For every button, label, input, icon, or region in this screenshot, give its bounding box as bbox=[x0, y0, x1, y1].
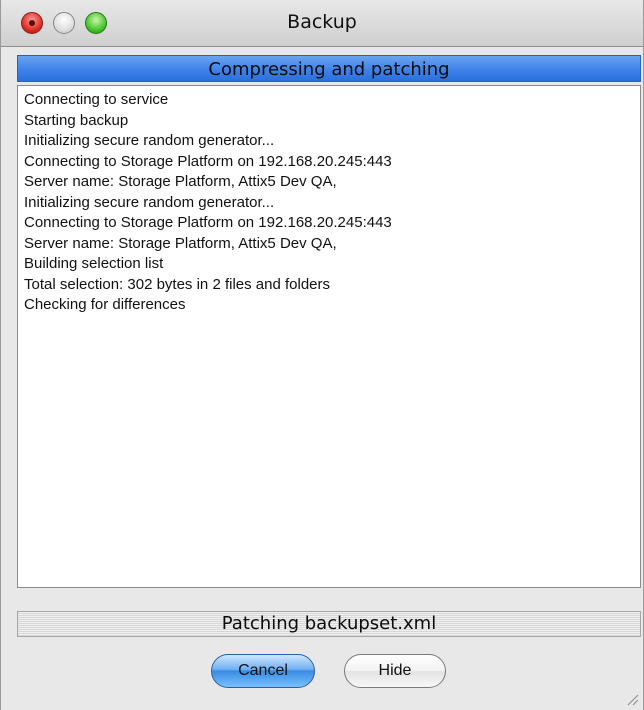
log-line: Connecting to service bbox=[24, 91, 169, 108]
log-line: Connecting to Storage Platform on 192.16… bbox=[24, 152, 392, 170]
progress-status-label: Compressing and patching bbox=[208, 59, 450, 80]
log-line: Initializing secure random generator... bbox=[24, 132, 275, 149]
log-line: Server name: Storage Platform, Attix5 De… bbox=[24, 173, 337, 190]
hide-button[interactable]: Hide bbox=[344, 654, 446, 688]
log-line: Building selection list bbox=[24, 255, 164, 272]
cancel-button[interactable]: Cancel bbox=[211, 654, 315, 688]
log-line: Checking for differences bbox=[24, 296, 186, 313]
current-file-status: Patching backupset.xml bbox=[17, 611, 641, 637]
title-bar[interactable]: Backup bbox=[1, 0, 643, 47]
resize-grip-icon[interactable] bbox=[623, 690, 639, 706]
current-file-label: Patching backupset.xml bbox=[221, 613, 437, 634]
log-line: Total selection: 302 bytes in 2 files an… bbox=[24, 275, 331, 293]
log-line: Initializing secure random generator... bbox=[24, 193, 275, 211]
backup-window: Backup Compressing and patching Connecti… bbox=[0, 0, 644, 710]
log-text-area[interactable]: Connecting to service Starting backup In… bbox=[17, 85, 641, 588]
progress-status-header: Compressing and patching bbox=[17, 55, 641, 82]
window-title: Backup bbox=[287, 11, 357, 33]
log-line: Server name: Storage Platform, Attix5 De… bbox=[24, 234, 337, 252]
log-line: Starting backup bbox=[24, 111, 129, 129]
log-line: Connecting to Storage Platform on 192.16… bbox=[24, 214, 392, 231]
